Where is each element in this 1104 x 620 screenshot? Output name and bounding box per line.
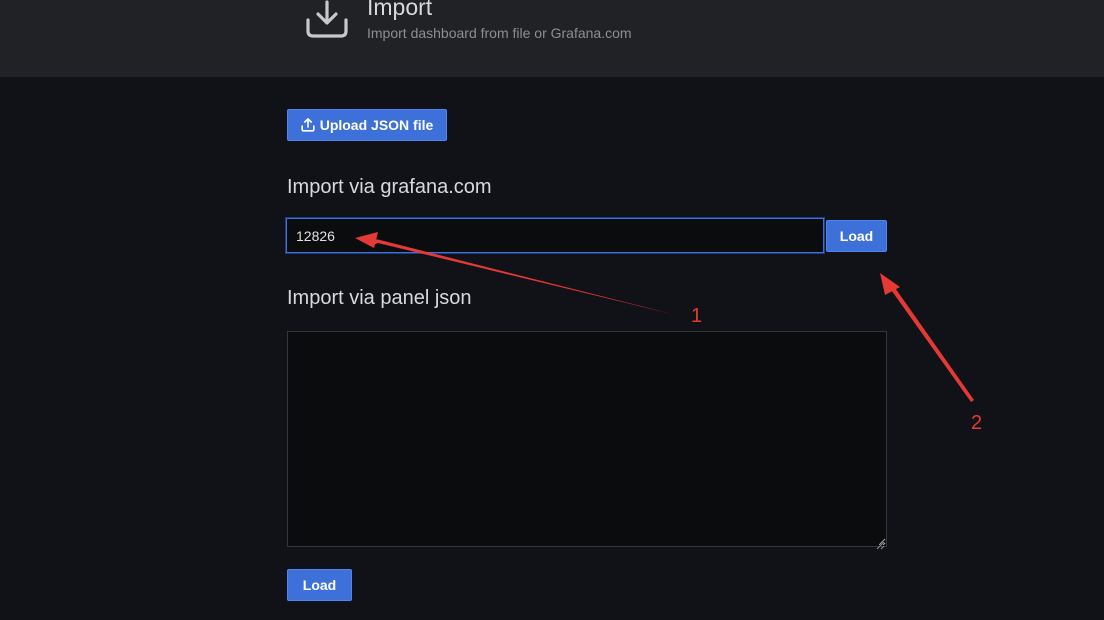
page-header: Import Import dashboard from file or Gra… [0, 0, 1104, 77]
annotation-label-1: 1 [691, 305, 703, 327]
import-page: Import Import dashboard from file or Gra… [0, 0, 1104, 620]
annotation-label-2: 2 [971, 412, 983, 434]
panel-json-textarea[interactable] [287, 331, 887, 547]
import-via-grafana-com-title: Import via grafana.com [287, 176, 492, 198]
upload-json-file-label: Upload JSON file [319, 117, 434, 133]
page-subtitle: Import dashboard from file or Grafana.co… [367, 25, 632, 41]
resize-grip-icon[interactable] [876, 537, 885, 550]
upload-icon [301, 118, 320, 132]
upload-json-file-button[interactable]: Upload JSON file [287, 109, 447, 141]
load-grafana-com-button[interactable]: Load [826, 220, 887, 252]
load-panel-json-button[interactable]: Load [287, 569, 352, 601]
annotation-arrow-2 [880, 273, 974, 402]
import-via-panel-json-title: Import via panel json [287, 287, 472, 309]
import-download-icon [305, 0, 349, 40]
grafana-com-dashboard-id-input[interactable] [286, 218, 824, 253]
page-title: Import [367, 0, 433, 20]
